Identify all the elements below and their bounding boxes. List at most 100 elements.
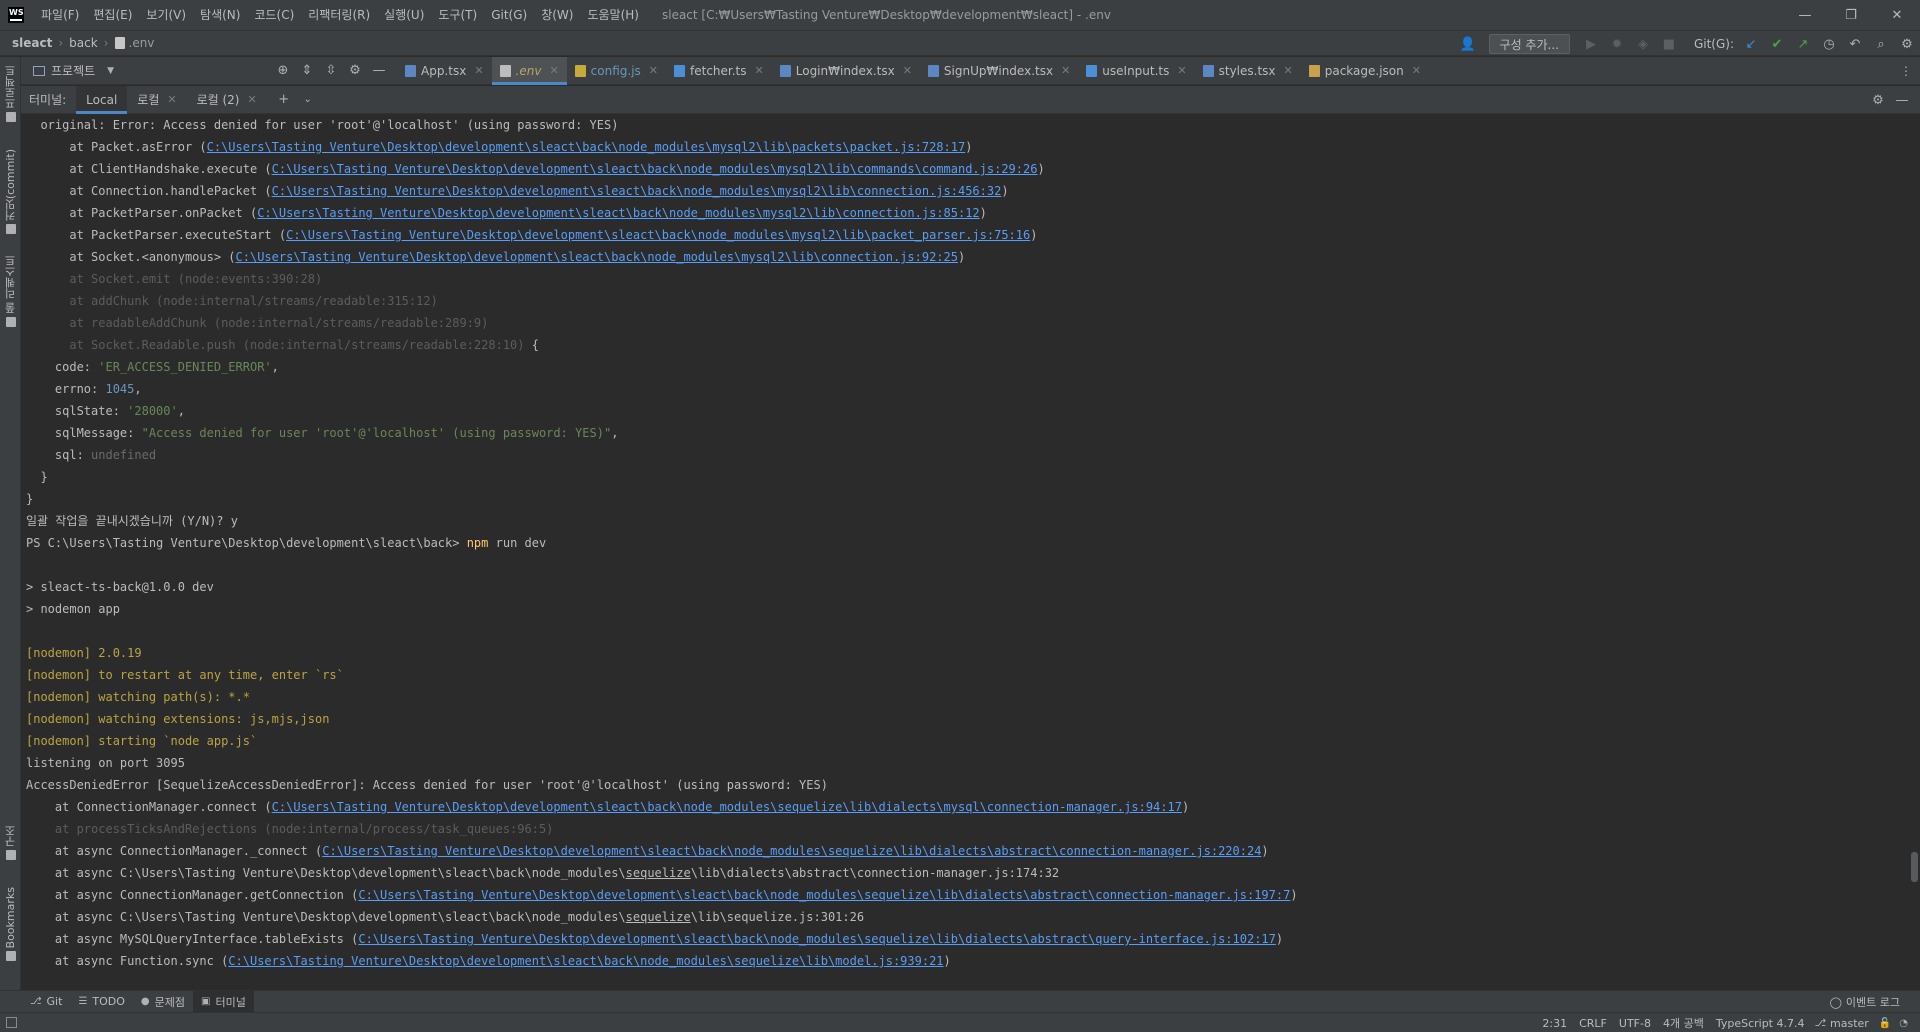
- terminal-settings-gear-icon[interactable]: ⚙: [1867, 89, 1889, 111]
- close-icon[interactable]: ✕: [1284, 64, 1293, 77]
- close-icon[interactable]: ✕: [1177, 64, 1186, 77]
- file-path-link[interactable]: C:\Users\Tasting Venture\Desktop\develop…: [272, 162, 1038, 176]
- file-path-link[interactable]: C:\Users\Tasting Venture\Desktop\develop…: [228, 954, 943, 968]
- new-terminal-plus-icon[interactable]: +: [273, 89, 295, 111]
- settings-gear-icon[interactable]: ⚙: [1896, 33, 1918, 55]
- menu-tools[interactable]: 도구(T): [431, 0, 484, 30]
- restore-button[interactable]: ❐: [1828, 0, 1874, 30]
- breadcrumb-project[interactable]: sleact: [12, 36, 52, 50]
- breadcrumb-folder[interactable]: back: [69, 36, 98, 50]
- git-push-icon[interactable]: ↗: [1792, 33, 1814, 55]
- more-tabs-icon[interactable]: ⋮: [1900, 57, 1912, 85]
- terminal-text: sqlMessage:: [26, 426, 142, 440]
- memory-icon[interactable]: ◔: [1899, 1018, 1908, 1029]
- language-version[interactable]: TypeScript 4.7.4: [1716, 1017, 1805, 1030]
- file-path-link[interactable]: C:\Users\Tasting Venture\Desktop\develop…: [236, 250, 958, 264]
- minimize-button[interactable]: —: [1782, 0, 1828, 30]
- editor-tab[interactable]: config.js ✕: [567, 57, 666, 85]
- close-icon[interactable]: ✕: [1061, 64, 1070, 77]
- file-path-link[interactable]: C:\Users\Tasting Venture\Desktop\develop…: [358, 888, 1290, 902]
- structure-tool-tab[interactable]: 구조: [0, 825, 21, 860]
- close-icon[interactable]: ✕: [755, 64, 764, 77]
- editor-tab[interactable]: fetcher.ts ✕: [666, 57, 772, 85]
- toggle-panels-icon[interactable]: [6, 1017, 17, 1028]
- project-view-selector[interactable]: 프로젝트 ▼: [21, 57, 271, 85]
- project-tool-tab[interactable]: 프로젝트: [0, 65, 21, 122]
- close-icon[interactable]: ✕: [549, 64, 558, 77]
- line-separator[interactable]: CRLF: [1579, 1017, 1607, 1030]
- locate-icon[interactable]: ⊕: [272, 60, 294, 82]
- options-gear-icon[interactable]: ⚙: [344, 60, 366, 82]
- git-history-icon[interactable]: ◷: [1818, 33, 1840, 55]
- editor-tab[interactable]: .env ✕: [491, 56, 567, 85]
- git-update-icon[interactable]: ↙: [1740, 33, 1762, 55]
- close-icon[interactable]: ✕: [248, 93, 257, 106]
- env-file-icon: [499, 64, 511, 77]
- editor-tab[interactable]: styles.tsx ✕: [1195, 57, 1301, 85]
- git-branch[interactable]: master: [1830, 1017, 1869, 1030]
- close-window-button[interactable]: ✕: [1874, 0, 1920, 30]
- pull-requests-tool-tab[interactable]: 풀 리퀘스트: [0, 255, 21, 327]
- menu-navigate[interactable]: 탐색(N): [193, 0, 247, 30]
- editor-tab[interactable]: Login₩index.tsx ✕: [772, 57, 920, 85]
- search-icon[interactable]: ⌕: [1870, 33, 1892, 55]
- terminal-output[interactable]: original: Error: Access denied for user …: [21, 114, 1920, 990]
- file-path-link[interactable]: C:\Users\Tasting Venture\Desktop\develop…: [322, 844, 1261, 858]
- terminal-tab-local[interactable]: Local: [76, 85, 128, 114]
- close-icon[interactable]: ✕: [474, 64, 483, 77]
- user-icon[interactable]: 👤: [1457, 33, 1479, 55]
- terminal-tab-local-2[interactable]: 로컬 ✕: [127, 86, 186, 114]
- todo-tool-tab[interactable]: ☰ TODO: [70, 991, 132, 1013]
- stop-icon[interactable]: ■: [1658, 33, 1680, 55]
- file-path-link[interactable]: C:\Users\Tasting Venture\Desktop\develop…: [286, 228, 1030, 242]
- breadcrumb-file[interactable]: .env: [114, 36, 154, 50]
- menu-file[interactable]: 파일(F): [34, 0, 86, 30]
- git-commit-icon[interactable]: ✔: [1766, 33, 1788, 55]
- editor-tab[interactable]: App.tsx ✕: [397, 57, 492, 85]
- menu-help[interactable]: 도움말(H): [580, 0, 646, 30]
- git-tool-tab[interactable]: ⎇ Git: [22, 991, 70, 1013]
- editor-tab[interactable]: SignUp₩index.tsx ✕: [920, 57, 1078, 85]
- expand-all-icon[interactable]: ⇕: [296, 60, 318, 82]
- title-bar: WS 파일(F) 편집(E) 보기(V) 탐색(N) 코드(C) 리팩터링(R)…: [0, 0, 1920, 30]
- close-icon[interactable]: ✕: [167, 93, 176, 106]
- add-configuration-button[interactable]: 구성 추가...: [1488, 34, 1570, 54]
- file-path-link[interactable]: C:\Users\Tasting Venture\Desktop\develop…: [358, 932, 1276, 946]
- file-path-link[interactable]: C:\Users\Tasting Venture\Desktop\develop…: [207, 140, 966, 154]
- lock-icon[interactable]: 🔓: [1879, 1018, 1891, 1029]
- close-icon[interactable]: ✕: [649, 64, 658, 77]
- menu-view[interactable]: 보기(V): [139, 0, 193, 30]
- chevron-down-icon[interactable]: ⌄: [297, 89, 319, 111]
- menu-refactor[interactable]: 리팩터링(R): [301, 0, 377, 30]
- commit-tool-tab[interactable]: 커밋(commit): [0, 149, 21, 235]
- hide-icon[interactable]: —: [368, 60, 390, 82]
- close-icon[interactable]: ✕: [903, 64, 912, 77]
- menu-git[interactable]: Git(G): [484, 0, 534, 30]
- event-log-tab[interactable]: ◯ 이벤트 로그: [1830, 991, 1900, 1013]
- file-path-link[interactable]: C:\Users\Tasting Venture\Desktop\develop…: [257, 206, 979, 220]
- rollback-icon[interactable]: ↶: [1844, 33, 1866, 55]
- caret-position[interactable]: 2:31: [1542, 1017, 1567, 1030]
- menu-run[interactable]: 실행(U): [377, 0, 431, 30]
- close-icon[interactable]: ✕: [1412, 64, 1421, 77]
- terminal-text: at async Function.sync (: [26, 954, 229, 968]
- menu-code[interactable]: 코드(C): [247, 0, 301, 30]
- indent-setting[interactable]: 4개 공백: [1663, 1015, 1704, 1031]
- file-path-link[interactable]: C:\Users\Tasting Venture\Desktop\develop…: [272, 800, 1182, 814]
- editor-tab[interactable]: package.json ✕: [1301, 57, 1429, 85]
- terminal-tab-local-3[interactable]: 로컬 (2) ✕: [187, 86, 267, 114]
- collapse-all-icon[interactable]: ⇳: [320, 60, 342, 82]
- file-encoding[interactable]: UTF-8: [1619, 1017, 1651, 1030]
- problems-tool-tab[interactable]: ● 문제점: [133, 991, 193, 1013]
- menu-edit[interactable]: 편집(E): [86, 0, 139, 30]
- bookmarks-tool-tab[interactable]: Bookmarks: [0, 887, 21, 962]
- menu-window[interactable]: 창(W): [534, 0, 580, 30]
- terminal-scrollbar[interactable]: [1911, 852, 1918, 882]
- editor-tab[interactable]: useInput.ts ✕: [1078, 57, 1194, 85]
- file-path-link[interactable]: C:\Users\Tasting Venture\Desktop\develop…: [272, 184, 1002, 198]
- coverage-icon[interactable]: ◈: [1632, 33, 1654, 55]
- terminal-tool-tab[interactable]: ▣ 터미널: [193, 990, 254, 1013]
- debug-icon[interactable]: ✹: [1606, 33, 1628, 55]
- hide-terminal-icon[interactable]: —: [1891, 89, 1913, 111]
- run-icon[interactable]: ▶: [1580, 33, 1602, 55]
